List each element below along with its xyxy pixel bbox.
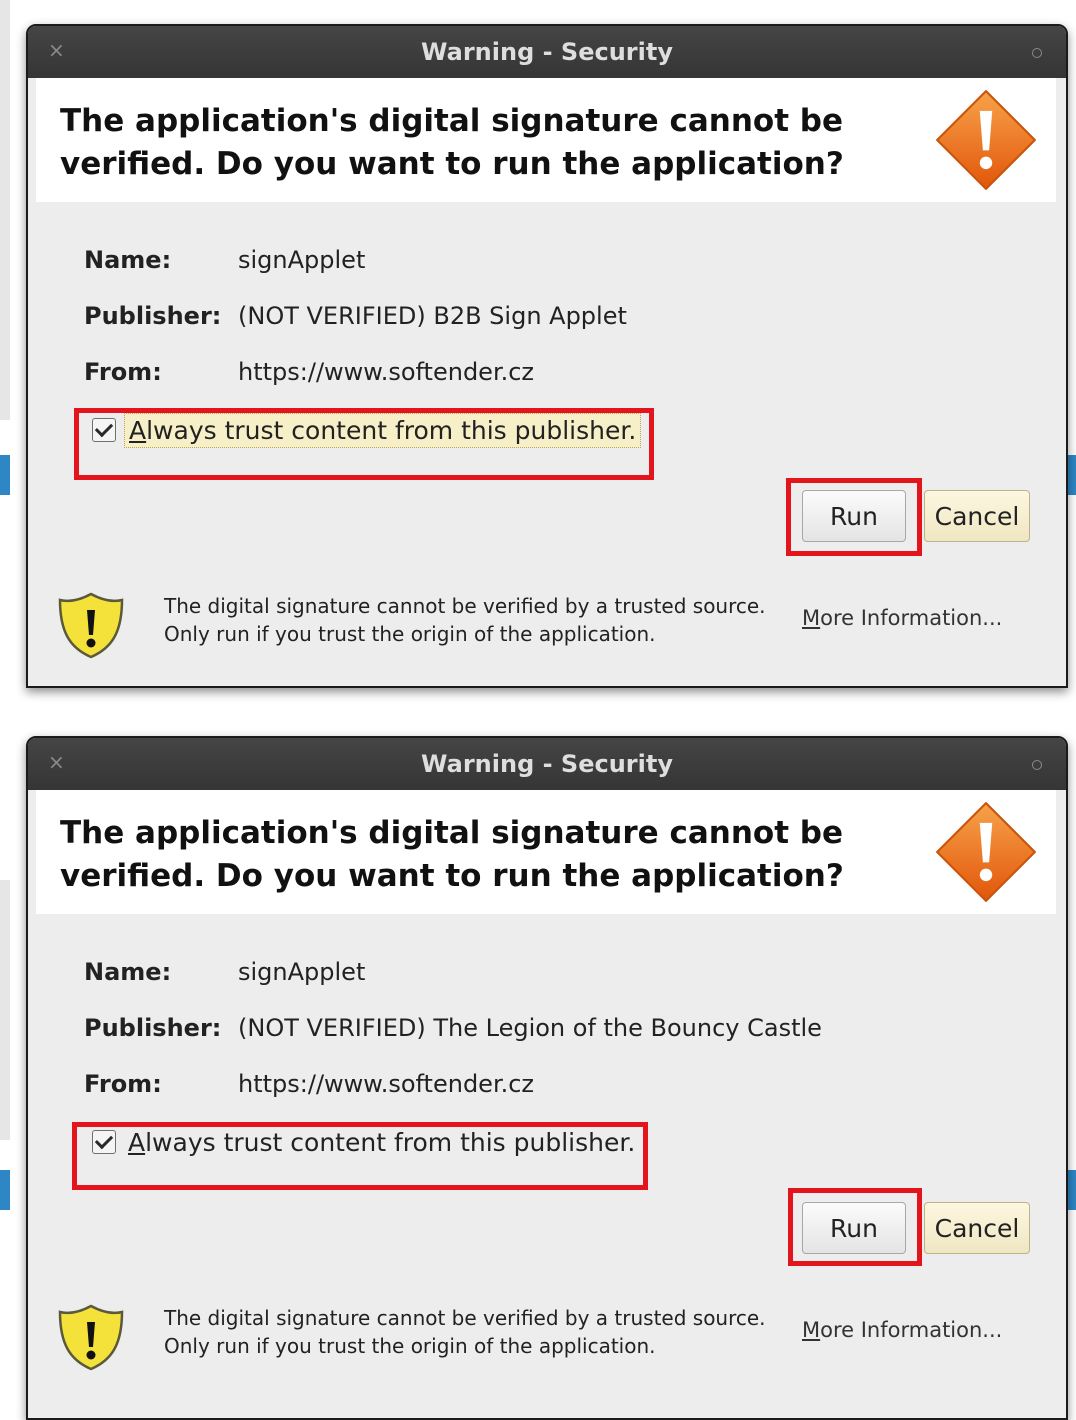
background-window-accent [0, 455, 10, 495]
publisher-label: Publisher: [84, 1014, 222, 1042]
window-title: Warning - Security [421, 38, 673, 66]
dialog-header: The application's digital signature cann… [36, 790, 1056, 914]
background-window-accent [0, 1170, 10, 1210]
background-window-edge [0, 0, 10, 420]
footer-message: The digital signature cannot be verified… [164, 1306, 766, 1358]
more-information-link[interactable]: More Information... [802, 1318, 1002, 1342]
publisher-label: Publisher: [84, 302, 222, 330]
shield-warning-icon [58, 1304, 124, 1371]
dialog-header: The application's digital signature cann… [36, 78, 1056, 202]
cancel-button[interactable]: Cancel [924, 490, 1030, 542]
publisher-value: (NOT VERIFIED) The Legion of the Bouncy … [238, 1014, 822, 1042]
name-label: Name: [84, 246, 172, 274]
security-warning-dialog: × Warning - Security The application's d… [26, 736, 1068, 1420]
title-bar: × Warning - Security [28, 738, 1066, 790]
background-window-edge [0, 880, 10, 1140]
name-value: signApplet [238, 958, 366, 986]
publisher-value: (NOT VERIFIED) B2B Sign Applet [238, 302, 627, 330]
warning-diamond-icon [936, 90, 1036, 190]
highlight-box-run [788, 1188, 922, 1266]
more-information-text: ore Information... [820, 606, 1003, 630]
cancel-button[interactable]: Cancel [924, 1202, 1030, 1254]
warning-diamond-icon [936, 802, 1036, 902]
highlight-box-trust [74, 408, 654, 480]
shield-warning-icon [58, 592, 124, 659]
mnemonic-letter: M [802, 1318, 821, 1342]
from-value: https://www.softender.cz [238, 1070, 535, 1098]
more-information-text: ore Information... [820, 1318, 1003, 1342]
security-warning-dialog: × Warning - Security The application's d… [26, 24, 1068, 688]
highlight-box-run [786, 478, 922, 556]
highlight-box-trust [72, 1122, 648, 1190]
window-title: Warning - Security [421, 750, 673, 778]
dialog-footer: The digital signature cannot be verified… [36, 582, 1056, 672]
dialog-footer: The digital signature cannot be verified… [36, 1294, 1056, 1384]
from-label: From: [84, 358, 162, 386]
more-information-link[interactable]: More Information... [802, 606, 1002, 630]
name-value: signApplet [238, 246, 366, 274]
footer-message: The digital signature cannot be verified… [164, 594, 766, 646]
title-bar: × Warning - Security [28, 26, 1066, 78]
mnemonic-letter: M [802, 606, 821, 630]
warning-heading: The application's digital signature cann… [60, 103, 844, 182]
from-label: From: [84, 1070, 162, 1098]
maximize-icon[interactable] [1032, 760, 1042, 770]
from-value: https://www.softender.cz [238, 358, 535, 386]
maximize-icon[interactable] [1032, 48, 1042, 58]
name-label: Name: [84, 958, 172, 986]
warning-heading: The application's digital signature cann… [60, 815, 844, 894]
